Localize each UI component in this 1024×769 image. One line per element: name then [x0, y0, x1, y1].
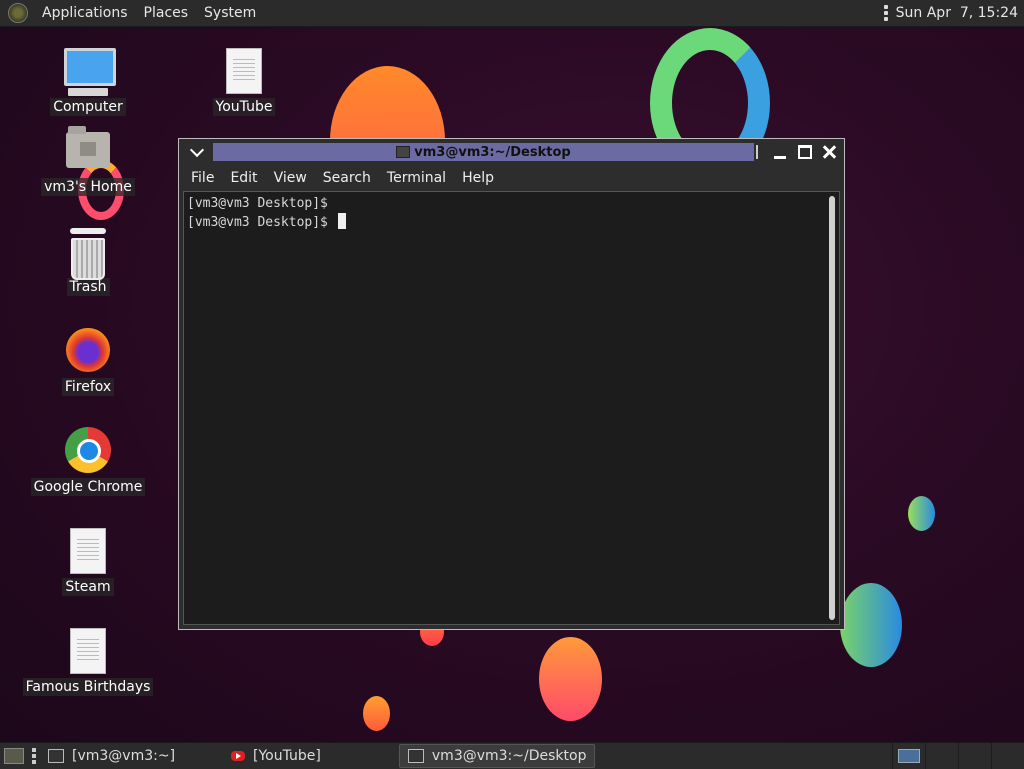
panel-handle-icon[interactable]	[883, 5, 888, 21]
trash-icon	[64, 226, 112, 280]
computer-icon	[64, 46, 116, 96]
terminal-line: [vm3@vm3 Desktop]$	[187, 215, 336, 230]
taskbar-item-label: [YouTube]	[253, 748, 321, 764]
window-menu-button[interactable]	[185, 142, 209, 161]
applications-menu[interactable]: Applications	[34, 0, 136, 26]
workspace-4[interactable]	[991, 743, 1024, 769]
desktop-icon-steam[interactable]: Steam	[28, 526, 148, 596]
system-menu[interactable]: System	[196, 0, 264, 26]
wallpaper-blue-ellipse	[840, 583, 902, 667]
workspace-3[interactable]	[958, 743, 991, 769]
maximize-button[interactable]	[796, 143, 814, 161]
desktop-icon-label: vm3's Home	[41, 178, 135, 196]
top-panel-right: Sun Apr 7, 15:24	[883, 5, 1024, 21]
menu-file[interactable]: File	[183, 170, 222, 186]
taskbar-item-terminal-home[interactable]: [vm3@vm3:~]	[40, 745, 183, 767]
firefox-icon	[64, 326, 112, 374]
desktop-icon-youtube[interactable]: YouTube	[184, 46, 304, 116]
desktop-icon-firefox[interactable]: Firefox	[28, 326, 148, 396]
home-folder-icon	[64, 126, 112, 174]
menu-edit[interactable]: Edit	[222, 170, 265, 186]
youtube-icon	[231, 751, 246, 761]
chrome-icon	[64, 426, 112, 474]
wallpaper-small-orange-ellipse	[363, 696, 390, 731]
desktop-icon-label: Firefox	[61, 378, 115, 396]
window-title[interactable]: vm3@vm3:~/Desktop	[213, 143, 754, 161]
desktop-icon-computer[interactable]: Computer	[28, 46, 148, 116]
menu-view[interactable]: View	[266, 170, 315, 186]
terminal-icon	[48, 749, 64, 763]
document-icon	[64, 526, 112, 574]
top-panel: Applications Places System Sun Apr 7, 15…	[0, 0, 1024, 27]
taskbar-item-label: [vm3@vm3:~]	[72, 748, 176, 764]
menu-terminal[interactable]: Terminal	[379, 170, 454, 186]
taskbar-item-terminal-desktop[interactable]: vm3@vm3:~/Desktop	[398, 744, 596, 768]
wallpaper-pink-ellipse	[539, 637, 602, 721]
desktop-icon-label: Trash	[66, 278, 110, 296]
terminal-icon	[407, 749, 424, 763]
places-menu[interactable]: Places	[136, 0, 197, 26]
window-title-text: vm3@vm3:~/Desktop	[414, 144, 571, 160]
clock[interactable]: Sun Apr 7, 15:24	[896, 5, 1018, 21]
window-controls	[756, 143, 838, 161]
desktop-icon-home[interactable]: vm3's Home	[28, 126, 148, 196]
taskbar-item-label: vm3@vm3:~/Desktop	[431, 748, 587, 764]
desktop-icon-trash[interactable]: Trash	[28, 226, 148, 296]
document-icon	[220, 46, 268, 94]
terminal-text: [vm3@vm3 Desktop]$ [vm3@vm3 Desktop]$	[187, 195, 346, 232]
terminal-window: vm3@vm3:~/Desktop File Edit View Search …	[178, 138, 845, 630]
terminal-output[interactable]: [vm3@vm3 Desktop]$ [vm3@vm3 Desktop]$	[183, 191, 840, 625]
workspace-1[interactable]	[892, 743, 925, 769]
taskbar-item-youtube[interactable]: [YouTube]	[223, 745, 329, 767]
terminal-menubar: File Edit View Search Terminal Help	[183, 165, 840, 191]
text-cursor	[337, 213, 346, 229]
desktop-icon-label: Computer	[50, 98, 126, 116]
workspace-switcher	[892, 743, 1024, 769]
minimize-button[interactable]	[772, 143, 790, 161]
desktop-icon-chrome[interactable]: Google Chrome	[28, 426, 148, 496]
document-icon	[64, 626, 112, 674]
desktop-icon-label: Famous Birthdays	[22, 678, 154, 696]
bottom-panel: [vm3@vm3:~] [YouTube] vm3@vm3:~/Desktop	[0, 742, 1024, 769]
menu-search[interactable]: Search	[315, 170, 379, 186]
desktop-icon-label: Google Chrome	[30, 478, 146, 496]
terminal-scrollbar[interactable]	[829, 196, 835, 620]
close-button[interactable]	[820, 143, 838, 161]
terminal-line: [vm3@vm3 Desktop]$	[187, 196, 328, 211]
workspace-2[interactable]	[925, 743, 958, 769]
show-desktop-icon[interactable]	[4, 748, 24, 764]
distro-logo-icon[interactable]	[8, 3, 28, 23]
top-panel-menu: Applications Places System	[0, 0, 264, 26]
window-titlebar[interactable]: vm3@vm3:~/Desktop	[179, 139, 844, 165]
desktop-icon-label: Steam	[62, 578, 114, 596]
chevron-down-icon	[189, 142, 205, 158]
wallpaper-small-blue-ellipse	[908, 496, 935, 531]
desktop-icon-label: YouTube	[212, 98, 276, 116]
menu-help[interactable]: Help	[454, 170, 502, 186]
terminal-icon	[396, 146, 411, 158]
panel-handle-icon[interactable]	[32, 748, 36, 764]
desktop-icon-famous-birthdays[interactable]: Famous Birthdays	[22, 626, 154, 696]
titlebar-separator	[756, 145, 758, 159]
